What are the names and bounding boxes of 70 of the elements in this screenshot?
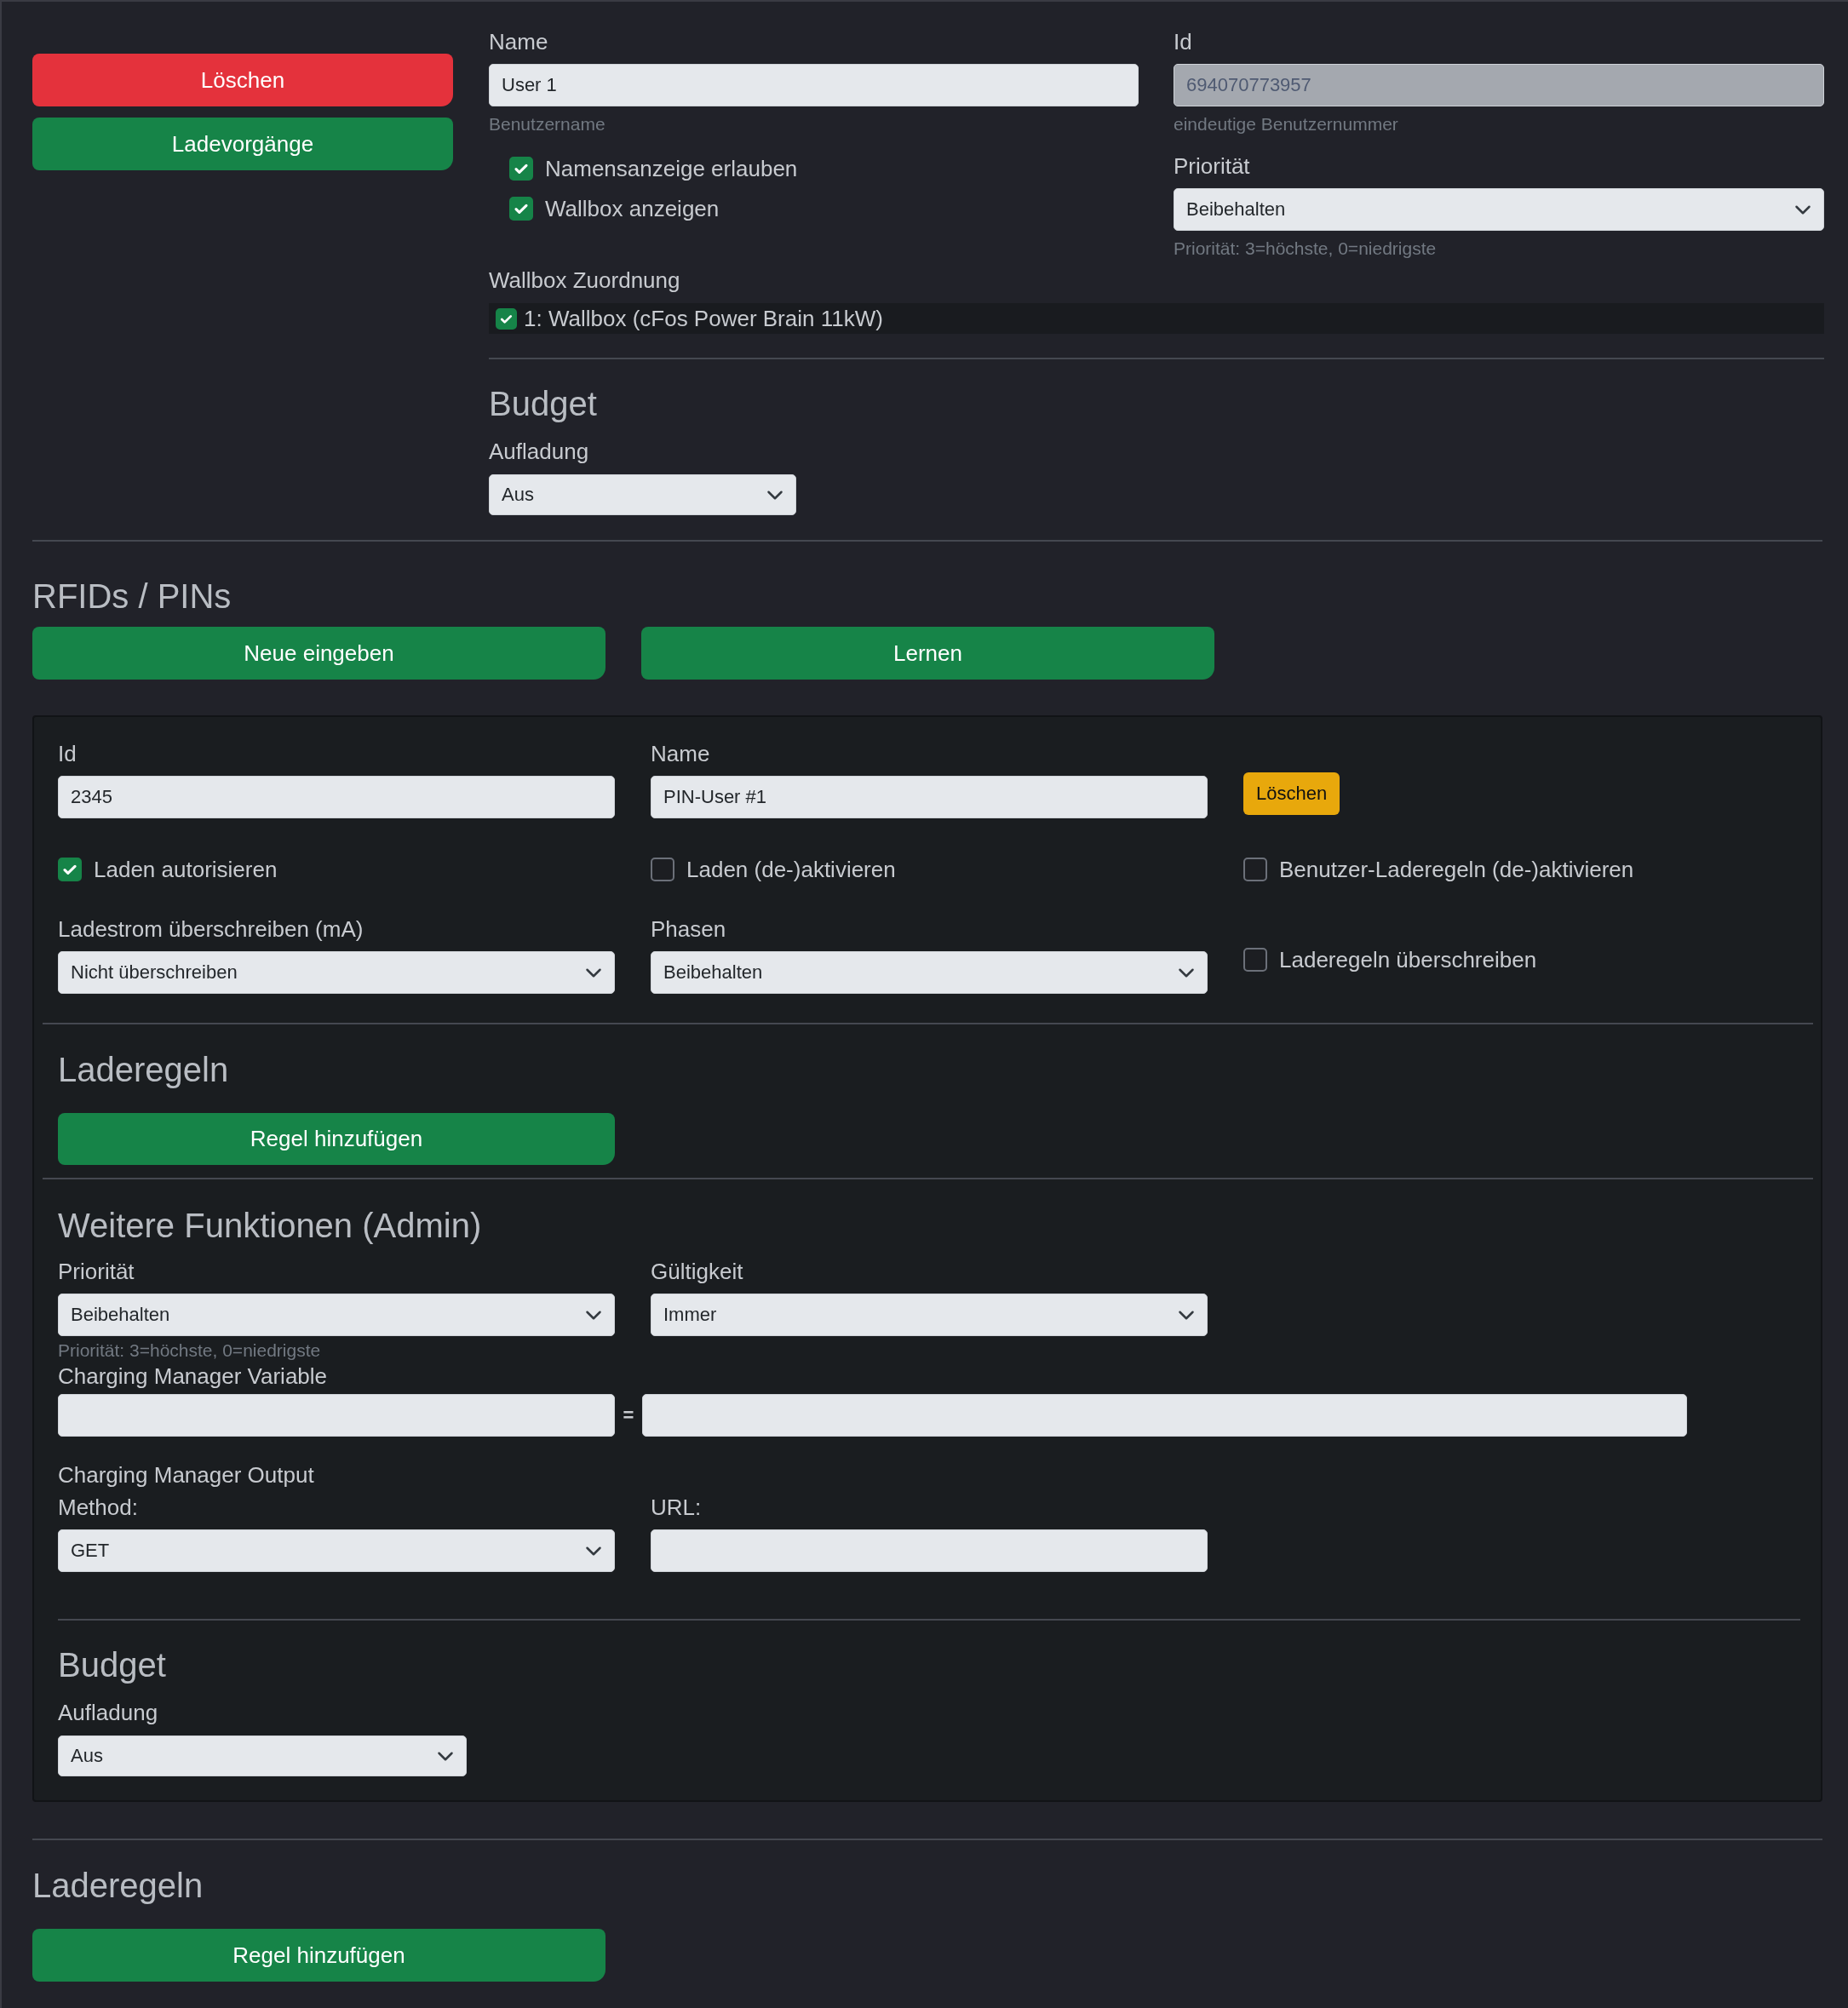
add-rule-button[interactable]: Regel hinzufügen xyxy=(32,1929,605,1982)
action-button[interactable]: Lernen xyxy=(641,627,1214,680)
chevron-icon xyxy=(1178,1309,1195,1321)
text-field[interactable] xyxy=(651,1529,1208,1572)
checkbox[interactable] xyxy=(496,307,517,330)
field-label: Method: xyxy=(58,1494,139,1522)
chevron-icon xyxy=(585,1545,602,1557)
field-label: Charging Manager Output xyxy=(58,1461,315,1489)
action-button[interactable]: Ladevorgänge xyxy=(32,118,453,170)
checkbox-label: Namensanzeige erlauben xyxy=(545,155,798,182)
help-text: Priorität: 3=höchste, 0=niedrigste xyxy=(1174,238,1438,260)
section-heading: Budget xyxy=(58,1645,167,1685)
field-label: Phasen xyxy=(651,915,727,944)
select-dropdown[interactable]: Nicht überschreiben xyxy=(58,951,615,994)
field-label: Id xyxy=(1174,28,1193,56)
field-label: Gültigkeit xyxy=(651,1258,744,1286)
checkbox-label: Laderegeln überschreiben xyxy=(1279,946,1537,973)
action-button[interactable]: Löschen xyxy=(32,54,453,106)
select-dropdown[interactable]: Beibehalten xyxy=(1174,188,1824,231)
select-dropdown[interactable]: Aus xyxy=(58,1735,467,1776)
checkbox[interactable] xyxy=(58,858,82,881)
select-dropdown[interactable]: Beibehalten xyxy=(651,951,1208,994)
section-heading: Laderegeln xyxy=(32,1866,204,1906)
checkbox[interactable] xyxy=(1243,858,1267,881)
chevron-icon xyxy=(585,967,602,978)
field-label: Name xyxy=(489,28,549,56)
select-dropdown[interactable]: Immer xyxy=(651,1294,1208,1336)
checkbox-label: Laden autorisieren xyxy=(94,856,278,883)
chevron-icon xyxy=(766,489,783,501)
checkbox[interactable] xyxy=(509,197,533,221)
checkbox-label: Benutzer-Laderegeln (de-)aktivieren xyxy=(1279,856,1634,883)
text-field[interactable]: 2345 xyxy=(58,776,615,818)
section-heading: RFIDs / PINs xyxy=(32,577,232,617)
text-field[interactable] xyxy=(58,1394,615,1437)
checkbox-label: 1: Wallbox (cFos Power Brain 11kW) xyxy=(524,305,883,332)
field-label: Wallbox Zuordnung xyxy=(489,267,681,295)
field-label: Aufladung xyxy=(58,1699,159,1727)
checkbox[interactable] xyxy=(1243,948,1267,972)
select-dropdown[interactable]: Aus xyxy=(489,474,796,515)
text-field[interactable]: PIN-User #1 xyxy=(651,776,1208,818)
checkbox[interactable] xyxy=(509,157,533,181)
field-label: Aufladung xyxy=(489,438,590,466)
checkbox-label: Wallbox anzeigen xyxy=(545,195,720,222)
section-heading: Weitere Funktionen (Admin) xyxy=(58,1206,483,1246)
help-text: Benutzername xyxy=(489,113,606,135)
equals-sign: = xyxy=(622,1404,635,1426)
field-label: Ladestrom überschreiben (mA) xyxy=(58,915,364,944)
select-dropdown[interactable]: GET xyxy=(58,1529,615,1572)
field-label: Charging Manager Variable xyxy=(58,1363,329,1391)
text-field[interactable] xyxy=(642,1394,1687,1437)
section-heading: Budget xyxy=(489,384,598,424)
chevron-icon xyxy=(1178,967,1195,978)
field-label: Priorität xyxy=(58,1258,135,1286)
action-button[interactable]: Neue eingeben xyxy=(32,627,605,680)
field-label: URL: xyxy=(651,1494,703,1522)
help-text: eindeutige Benutzernummer xyxy=(1174,113,1399,135)
field-label: Priorität xyxy=(1174,152,1251,181)
chevron-icon xyxy=(1794,204,1811,215)
select-dropdown[interactable]: Beibehalten xyxy=(58,1294,615,1336)
text-field[interactable]: User 1 xyxy=(489,64,1139,106)
checkbox-label: Laden (de-)aktivieren xyxy=(686,856,896,883)
field-label: Name xyxy=(651,740,711,768)
help-text: Priorität: 3=höchste, 0=niedrigste xyxy=(58,1340,322,1362)
field-label: Id xyxy=(58,740,77,768)
chevron-icon xyxy=(437,1750,454,1762)
section-heading: Laderegeln xyxy=(58,1050,230,1090)
chevron-icon xyxy=(585,1309,602,1321)
delete-button[interactable]: Löschen xyxy=(1243,772,1340,815)
add-rule-button[interactable]: Regel hinzufügen xyxy=(58,1113,615,1165)
checkbox[interactable] xyxy=(651,858,674,881)
